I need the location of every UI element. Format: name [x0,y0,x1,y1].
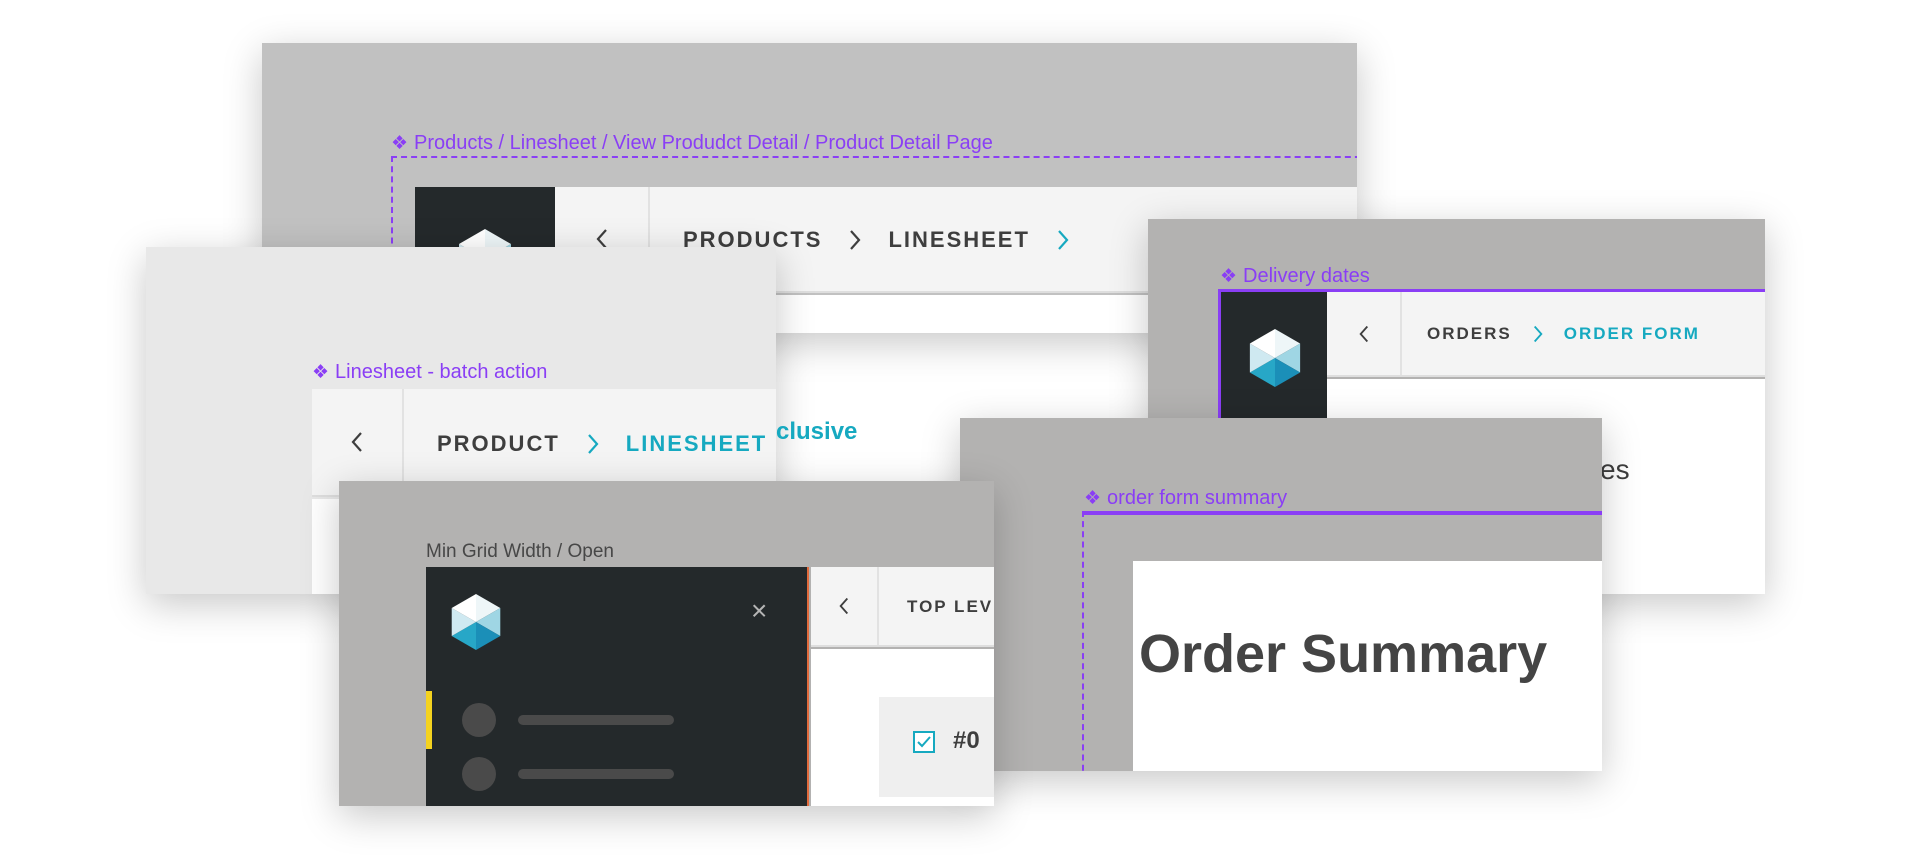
delivery-dates-header: ORDERS ORDER FORM [1327,292,1765,377]
page-title: Order Summary [1139,624,1548,684]
component-icon: ❖ [1220,266,1238,287]
checkbox-checked-icon[interactable] [913,731,935,753]
nav-item-placeholder[interactable] [462,757,674,791]
delivery-dates-caption: ❖ Delivery dates [1220,264,1370,289]
row-id: #0 [953,727,980,754]
summary-content: Order Summary [1133,561,1602,771]
partial-heading-text: es [1600,454,1630,485]
chevron-right-icon [1533,325,1543,343]
active-indicator [426,691,432,749]
chevron-left-icon [839,597,849,615]
table-row[interactable]: #0 [879,697,994,797]
nav-item-placeholder[interactable] [462,703,674,737]
breadcrumb: ORDERS ORDER FORM [1427,324,1700,344]
checkmark-icon [917,736,931,748]
partial-heading-text: clusive [776,418,858,445]
order-summary-caption: ❖ order form summary [1084,486,1287,511]
breadcrumb-item-order-form[interactable]: ORDER FORM [1564,324,1700,344]
order-summary-panel: ❖ order form summary Order Summary [960,418,1602,771]
nav-item-label-placeholder [518,769,674,779]
delivery-dates-caption-text: Delivery dates [1243,265,1370,287]
hexagon-logo-icon [451,594,501,650]
hexagon-logo-icon [1249,329,1301,387]
breadcrumb-item-linesheet[interactable]: LINESHEET [626,431,767,457]
chevron-right-icon [850,230,861,250]
product-detail-caption: ❖ Products / Linesheet / View Produdct De… [391,131,993,156]
breadcrumb: PRODUCT LINESHEET [437,431,767,457]
frame-outline-top [1082,511,1602,515]
chevron-left-icon [351,432,362,452]
min-grid-header: TOP LEV [811,567,994,647]
component-icon: ❖ [391,133,409,154]
component-icon: ❖ [1084,488,1102,509]
back-button[interactable] [811,567,879,645]
breadcrumb-item-orders[interactable]: ORDERS [1427,324,1512,344]
breadcrumb: TOP LEV [907,597,993,617]
breadcrumb-item-top-level[interactable]: TOP LEV [907,597,993,617]
batch-action-caption: ❖ Linesheet - batch action [312,360,547,385]
order-summary-caption-text: order form summary [1107,487,1288,509]
min-grid-caption: Min Grid Width / Open [426,541,614,562]
product-detail-caption-text: Products / Linesheet / View Produdct Det… [414,132,993,154]
chevron-left-icon [1358,325,1368,342]
collage-stage: ❖ Products / Linesheet / View Produdct De… [0,0,1920,868]
nav-item-label-placeholder [518,715,674,725]
nav-item-icon-placeholder [462,703,496,737]
back-button[interactable] [1327,292,1402,375]
batch-action-caption-text: Linesheet - batch action [335,361,548,383]
component-icon: ❖ [312,362,330,383]
breadcrumb-item-linesheet[interactable]: LINESHEET [888,227,1029,253]
sidebar: × [426,567,809,806]
chevron-right-icon [1058,230,1069,250]
close-icon[interactable]: × [751,597,767,625]
nav-item-icon-placeholder [462,757,496,791]
grid-content: #0 [811,649,994,806]
min-grid-panel: Min Grid Width / Open × TOP LEV #0 [339,481,994,806]
chevron-right-icon [587,434,599,454]
breadcrumb-item-product[interactable]: PRODUCT [437,431,560,457]
back-button[interactable] [312,389,404,495]
